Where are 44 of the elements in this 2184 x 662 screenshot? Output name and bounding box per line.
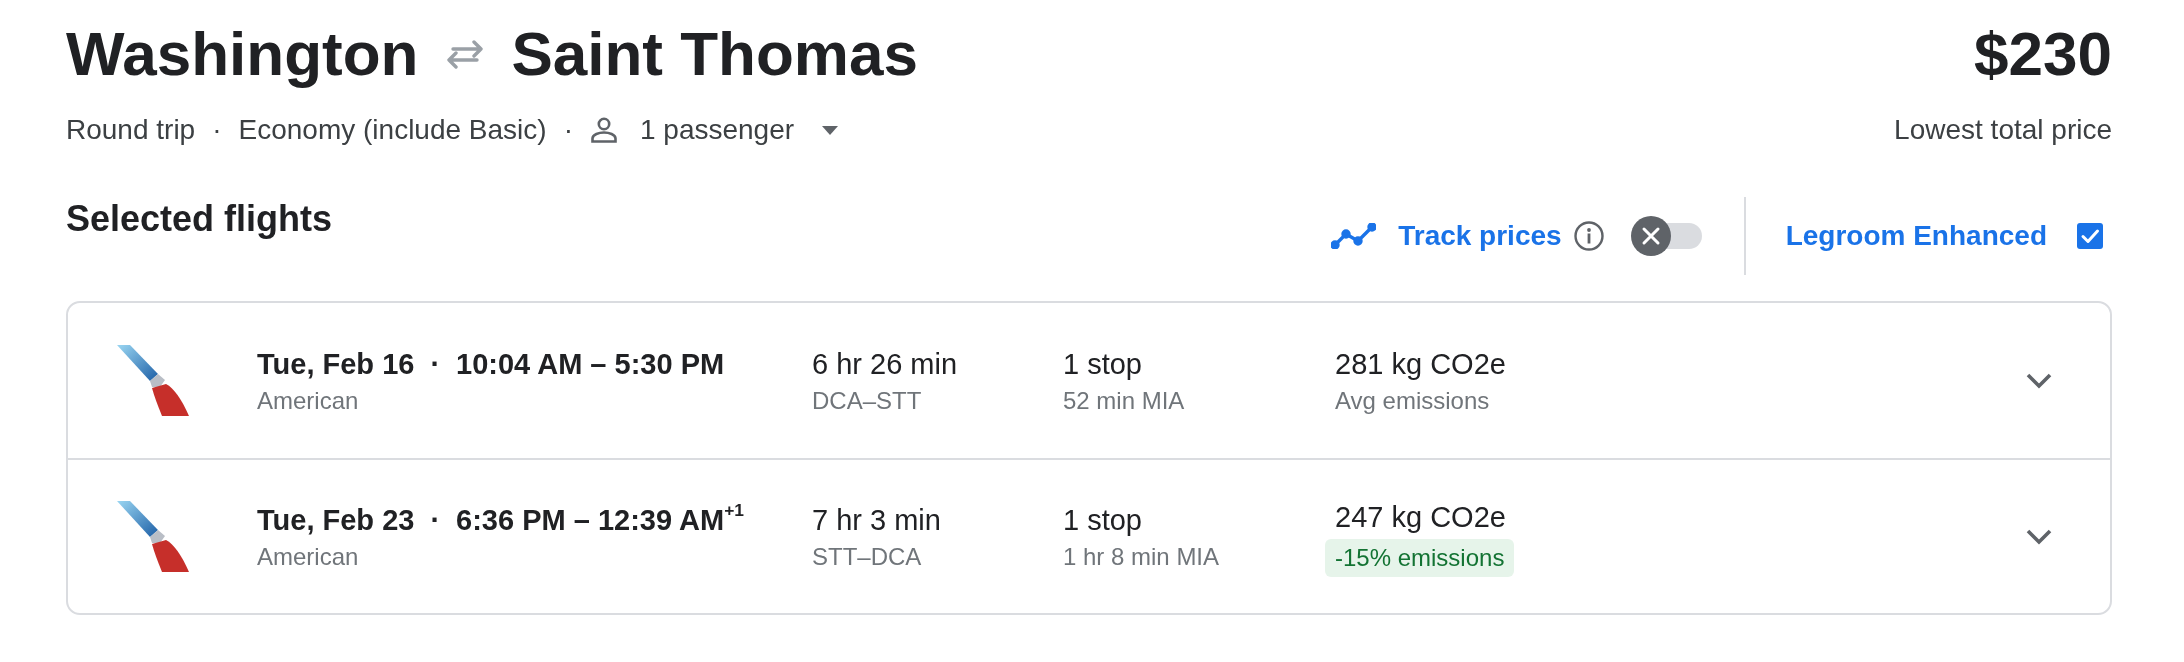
legroom-checkbox[interactable] bbox=[2077, 223, 2103, 249]
separator-dot: · bbox=[430, 503, 441, 536]
legroom-label[interactable]: Legroom Enhanced bbox=[1785, 216, 2047, 256]
route-codes: DCA–STT bbox=[812, 386, 922, 414]
stop-count: 1 stop bbox=[1063, 503, 1142, 536]
airline-logo-icon bbox=[115, 500, 190, 573]
chevron-down-icon[interactable] bbox=[2026, 528, 2052, 545]
separator-dot: · bbox=[430, 347, 441, 380]
total-price: $230 bbox=[1973, 18, 2112, 90]
layover-info: 52 min MIA bbox=[1063, 386, 1185, 414]
flight-duration: 6 hr 26 min bbox=[812, 347, 958, 380]
caret-down-icon bbox=[822, 125, 839, 135]
departure-date: Tue, Feb 16 bbox=[257, 347, 415, 380]
passenger-dropdown[interactable]: 1 passenger bbox=[589, 110, 839, 150]
destination-city: Saint Thomas bbox=[511, 18, 918, 90]
trip-option-text: Round trip bbox=[66, 113, 196, 147]
track-prices-label[interactable]: Track prices bbox=[1398, 216, 1562, 256]
route-codes: STT–DCA bbox=[812, 542, 922, 570]
trend-line-icon bbox=[1331, 223, 1377, 249]
origin-city: Washington bbox=[66, 18, 419, 90]
swap-arrows-icon bbox=[445, 39, 486, 69]
price-tracking-switch[interactable] bbox=[1630, 216, 1702, 256]
airline-logo-icon bbox=[115, 344, 190, 417]
x-knob-icon bbox=[1630, 216, 1671, 256]
airline-name: American bbox=[257, 386, 359, 414]
departure-date: Tue, Feb 23 bbox=[257, 503, 415, 536]
emissions-value: 281 kg CO2e bbox=[1335, 347, 1506, 380]
layover-info: 1 hr 8 min MIA bbox=[1063, 542, 1220, 570]
emissions-note: Avg emissions bbox=[1335, 386, 1490, 414]
airline-name: American bbox=[257, 542, 359, 570]
flight-duration: 7 hr 3 min bbox=[812, 503, 941, 536]
person-icon bbox=[589, 117, 618, 143]
separator-dot: · bbox=[212, 113, 222, 147]
stop-count: 1 stop bbox=[1063, 347, 1142, 380]
chevron-down-icon[interactable] bbox=[2026, 372, 2052, 389]
section-title: Selected flights bbox=[66, 197, 333, 241]
price-caption: Lowest total price bbox=[1894, 113, 2112, 147]
flight-times: 10:04 AM – 5:30 PM bbox=[456, 347, 725, 380]
separator-dot: · bbox=[563, 113, 573, 147]
emissions-value: 247 kg CO2e bbox=[1335, 500, 1506, 533]
info-icon[interactable] bbox=[1573, 221, 1604, 251]
flight-times: 6:36 PM – 12:39 AM$^{+1}$ bbox=[456, 503, 744, 536]
emissions-badge: -15% emissions bbox=[1325, 538, 1515, 577]
trip-option-text: Economy (include Basic) bbox=[238, 113, 547, 147]
